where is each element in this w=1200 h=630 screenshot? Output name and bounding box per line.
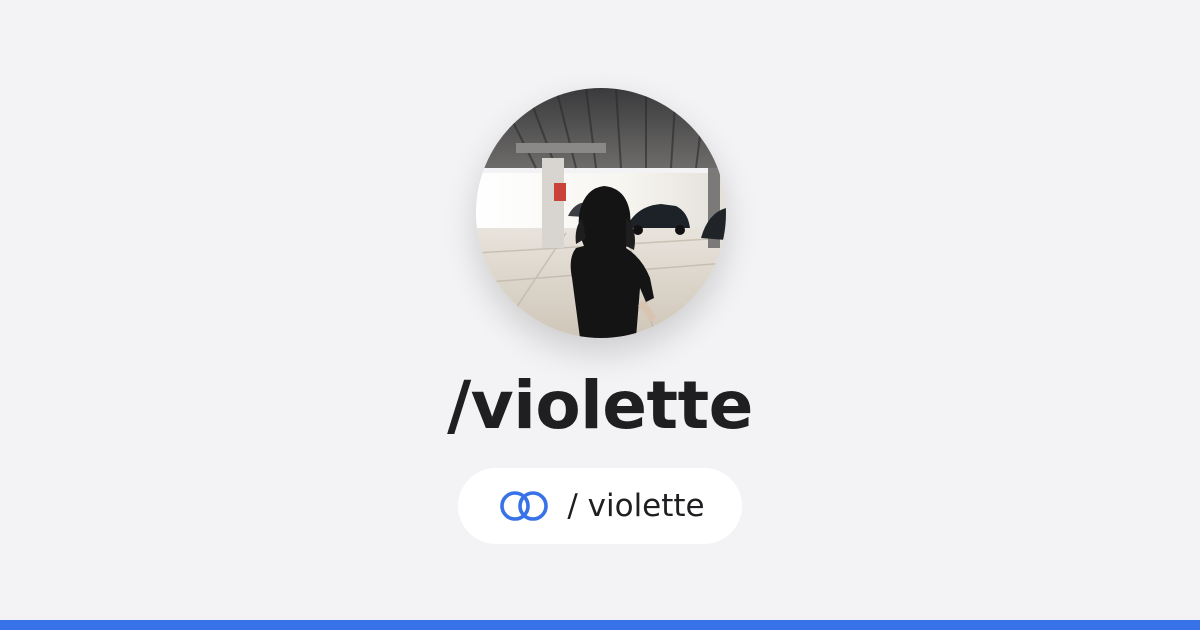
profile-preview-card: /violette / violette (0, 0, 1200, 630)
profile-title: /violette (447, 367, 753, 444)
avatar (476, 88, 726, 338)
profile-link-text: / violette (567, 488, 705, 524)
avatar-photo (476, 88, 726, 338)
profile-link-pill[interactable]: / violette (458, 468, 742, 544)
accent-bar (0, 620, 1200, 630)
link-rings-icon (495, 488, 553, 524)
